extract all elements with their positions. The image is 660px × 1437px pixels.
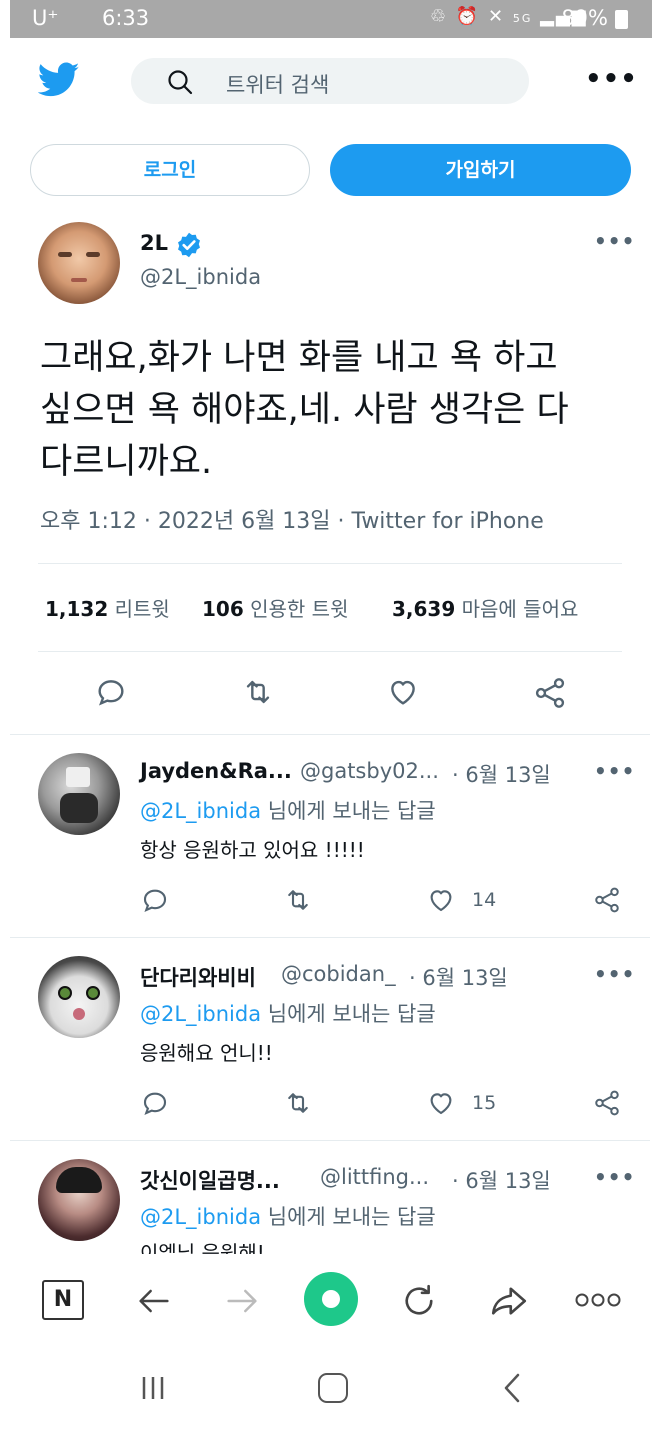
reply-icon[interactable]: [140, 885, 170, 915]
recent-apps-icon[interactable]: [138, 1373, 168, 1403]
reply-icon[interactable]: [140, 1088, 170, 1118]
system-nav-bar: [0, 1349, 660, 1437]
reply-name[interactable]: 단다리와비비: [140, 962, 256, 992]
naver-home-button[interactable]: N: [42, 1280, 84, 1320]
quote-count: 106: [202, 597, 244, 621]
more-menu-icon[interactable]: [574, 1290, 622, 1310]
reply-handle[interactable]: @cobidan_: [281, 962, 396, 986]
reply-date[interactable]: · 6월 13일: [452, 1165, 551, 1195]
share-arrow-icon[interactable]: [488, 1280, 530, 1322]
reply-mention[interactable]: @2L_ibnida: [140, 1205, 261, 1229]
reply-item[interactable]: Jayden&Ra... @gatsby02... · 6월 13일 ••• @…: [0, 735, 660, 935]
retweet-icon[interactable]: [240, 675, 276, 709]
search-input[interactable]: 트위터 검색: [131, 58, 529, 104]
naver-n-icon: N: [53, 1287, 73, 1312]
home-button-icon[interactable]: [318, 1373, 348, 1403]
retweet-icon[interactable]: [282, 885, 314, 915]
tweet-text-line: 다르니까요.: [40, 442, 213, 482]
browser-toolbar: N: [0, 1254, 660, 1349]
reply-icon[interactable]: [94, 675, 128, 709]
battery-saver-icon: ♲: [430, 6, 449, 27]
alarm-icon: ⏰: [455, 6, 481, 27]
search-placeholder: 트위터 검색: [226, 73, 330, 97]
like-icon[interactable]: [426, 1088, 456, 1118]
author-name[interactable]: 2L: [140, 231, 168, 255]
reply-item[interactable]: 단다리와비비 @cobidan_ · 6월 13일 ••• @2L_ibnida…: [0, 938, 660, 1138]
reply-mention[interactable]: @2L_ibnida: [140, 1002, 261, 1026]
author-handle[interactable]: @2L_ibnida: [140, 265, 261, 289]
status-bar: U⁺ 6:33 ♲ ⏰ ✕ 5G ▂▄▆ 89%: [10, 0, 652, 38]
search-icon: [168, 70, 193, 95]
reply-avatar[interactable]: [38, 956, 120, 1038]
forward-arrow-icon[interactable]: [222, 1281, 262, 1321]
mute-icon: ✕: [488, 6, 506, 27]
refresh-icon[interactable]: [398, 1280, 440, 1322]
status-time: 6:33: [102, 6, 150, 30]
more-options-icon[interactable]: •••: [585, 64, 638, 94]
reply-handle[interactable]: @littfing...: [320, 1165, 429, 1189]
verified-badge-icon: [178, 232, 200, 258]
quote-stat[interactable]: 106 인용한 트윗: [202, 593, 348, 622]
reply-more-icon[interactable]: •••: [594, 759, 635, 783]
divider: [38, 563, 622, 564]
reply-more-icon[interactable]: •••: [594, 1165, 635, 1189]
signup-button[interactable]: 가입하기: [330, 144, 631, 196]
like-icon[interactable]: [426, 885, 456, 915]
twitter-logo-icon[interactable]: [37, 62, 80, 98]
like-stat[interactable]: 3,639 마음에 들어요: [392, 593, 578, 622]
like-icon[interactable]: [386, 675, 420, 709]
5g-icon: 5G: [512, 12, 533, 25]
tweet-text-line: 싶으면 욕 해야죠,네. 사람 생각은 다: [40, 390, 569, 430]
back-nav-icon[interactable]: [498, 1371, 528, 1405]
reply-mention[interactable]: @2L_ibnida: [140, 799, 261, 823]
green-dot-button[interactable]: [304, 1272, 358, 1326]
tweet-text: 그래요,화가 나면 화를 내고 욕 하고 싶으면 욕 해야죠,네. 사람 생각은…: [40, 332, 630, 488]
divider: [38, 651, 622, 652]
reply-date[interactable]: · 6월 13일: [452, 759, 551, 789]
share-icon[interactable]: [532, 675, 568, 711]
battery-level: 89%: [561, 6, 608, 30]
retweet-icon[interactable]: [282, 1088, 314, 1118]
like-count: 3,639: [392, 597, 456, 621]
reply-to-text: 님에게 보내는 답글: [261, 1205, 436, 1229]
like-count: 14: [472, 889, 497, 911]
reply-more-icon[interactable]: •••: [594, 962, 635, 986]
reply-text: 이엘님 응원해!: [140, 1241, 265, 1254]
like-count: 15: [472, 1092, 497, 1114]
reply-to-text: 님에게 보내는 답글: [261, 799, 436, 823]
back-arrow-icon[interactable]: [134, 1281, 174, 1321]
battery-icon: [615, 10, 628, 29]
login-button[interactable]: 로그인: [30, 144, 310, 196]
reply-to-line: @2L_ibnida 님에게 보내는 답글: [140, 795, 436, 825]
carrier-label: U⁺: [32, 6, 59, 30]
reply-item[interactable]: 갓신이일곱명... @littfing... · 6월 13일 ••• @2L_…: [0, 1141, 660, 1254]
share-icon[interactable]: [592, 1088, 622, 1118]
reply-date[interactable]: · 6월 13일: [409, 962, 508, 992]
reply-text: 항상 응원하고 있어요 !!!!!: [140, 838, 365, 862]
reply-avatar[interactable]: [38, 1159, 120, 1241]
reply-to-line: @2L_ibnida 님에게 보내는 답글: [140, 1201, 436, 1231]
reply-handle[interactable]: @gatsby02...: [300, 759, 439, 783]
reply-text: 응원해요 언니!!: [140, 1041, 273, 1065]
tweet-meta[interactable]: 오후 1:12 · 2022년 6월 13일 · Twitter for iPh…: [40, 503, 544, 535]
reply-to-line: @2L_ibnida 님에게 보내는 답글: [140, 998, 436, 1028]
like-label: 마음에 들어요: [461, 597, 579, 621]
reply-name[interactable]: 갓신이일곱명...: [140, 1165, 280, 1195]
author-avatar[interactable]: [38, 222, 120, 304]
reply-to-text: 님에게 보내는 답글: [261, 1002, 436, 1026]
retweet-stat[interactable]: 1,132 리트윗: [45, 593, 170, 622]
reply-avatar[interactable]: [38, 753, 120, 835]
tweet-text-line: 그래요,화가 나면 화를 내고 욕 하고: [40, 338, 558, 378]
quote-label: 인용한 트윗: [250, 597, 349, 621]
share-icon[interactable]: [592, 885, 622, 915]
retweet-label: 리트윗: [114, 597, 170, 621]
reply-name[interactable]: Jayden&Ra...: [140, 759, 292, 783]
retweet-count: 1,132: [45, 597, 109, 621]
tweet-more-icon[interactable]: •••: [594, 229, 635, 253]
